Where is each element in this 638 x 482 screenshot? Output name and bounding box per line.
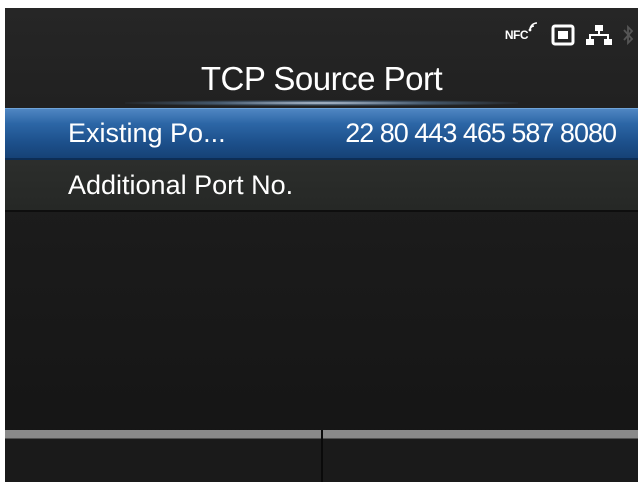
softkey-right[interactable]: [320, 430, 638, 482]
softkey-bar: [5, 430, 638, 482]
menu-item-additional-port[interactable]: Additional Port No.: [5, 160, 638, 212]
bluetooth-icon: [623, 24, 634, 46]
menu-item-label: Existing Po...: [68, 118, 226, 148]
softkey-left[interactable]: [5, 430, 321, 482]
menu-item-label: Additional Port No.: [68, 169, 294, 200]
menu-list: Existing Po... 22 80 443 465 587 8080 Ad…: [5, 108, 638, 212]
status-bar: NFC: [505, 22, 634, 48]
nfc-waves-icon: [528, 22, 538, 32]
network-icon: [586, 25, 612, 45]
nfc-icon: NFC: [504, 22, 540, 42]
printer-display: NFC TCP Source Port Existing Po... 22 80…: [5, 8, 638, 482]
nfc-label: NFC: [504, 28, 529, 42]
card-icon: [551, 24, 575, 46]
page-title: TCP Source Port: [200, 60, 443, 97]
menu-item-existing-port[interactable]: Existing Po... 22 80 443 465 587 8080: [5, 108, 638, 160]
title-underline-glow: [125, 100, 518, 106]
menu-item-value: 22 80 443 465 587 8080: [345, 118, 617, 148]
